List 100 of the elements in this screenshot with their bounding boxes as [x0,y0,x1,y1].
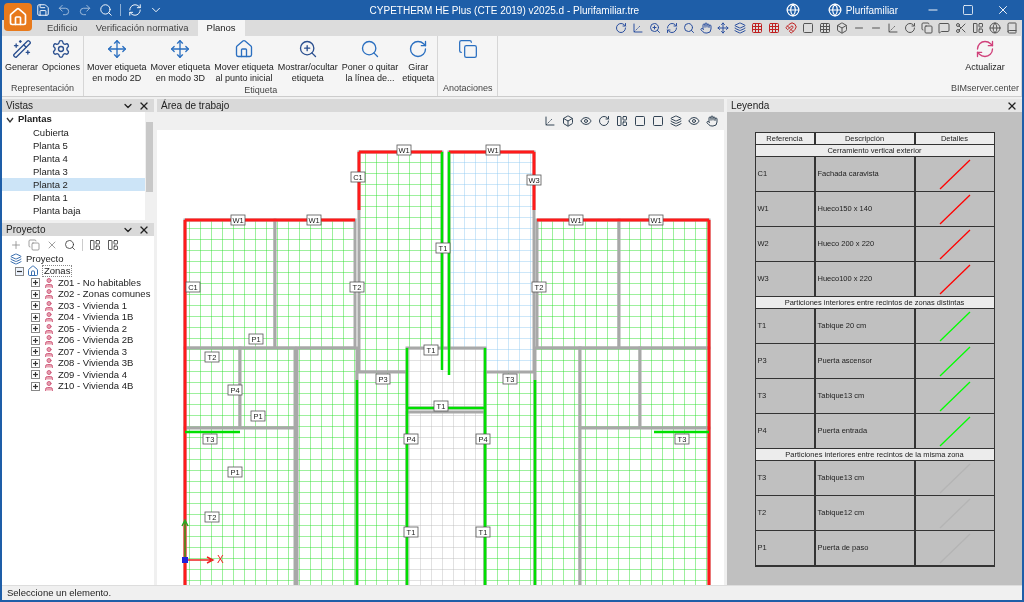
toolbar-icon[interactable] [904,22,916,34]
panel-title: Proyecto [6,224,46,235]
expand-box-icon[interactable] [31,324,40,334]
ribbon-button[interactable]: Poner o quitar la línea de... [340,36,400,84]
window-title: CYPETHERM HE Plus (CTE 2019) v2025.d - Plurifamiliar.tre [369,4,640,16]
ribbon-button[interactable]: Mover etiqueta al punto inicial [213,36,275,84]
magnifier-icon [297,39,318,59]
tree-item[interactable]: Z01 - No habitables [58,275,141,290]
project-name[interactable]: Plurifamiliar [845,2,898,18]
panel-title: Vistas [6,100,34,111]
tree-item[interactable]: Planta baja [2,204,145,217]
tree-item[interactable]: Zonas [42,265,73,277]
tree-item[interactable]: Proyecto [26,251,64,267]
ribbon-group-label: Anotaciones [442,81,494,95]
tree-item[interactable]: Plantas [18,112,52,127]
ribbon-button[interactable]: Opciones [41,36,82,82]
toolbar-icon[interactable] [938,22,950,34]
expand-box-icon[interactable] [31,381,40,391]
ribbon-group-label: Etiqueta [243,84,279,97]
expand-box-icon[interactable] [31,335,40,345]
toolbar-icon[interactable] [615,22,627,34]
toolbar-icon[interactable] [836,22,848,34]
tree-item[interactable]: Cubierta [2,126,145,139]
annotation-tool-icon[interactable] [457,39,478,59]
tree-item[interactable]: Planta 4 [2,152,145,165]
view-tool-icon[interactable] [688,115,700,127]
toolbar-icon[interactable] [751,22,763,34]
panel-title: Área de trabajo [161,100,230,111]
undo-icon[interactable] [57,3,71,17]
toolbar-icon[interactable] [921,22,933,34]
tree-item[interactable]: Planta 2 [2,178,145,191]
label-move-icon [170,39,191,59]
ribbon-button[interactable]: Actualizar [964,36,1006,82]
ribbon-button[interactable]: Mostrar/ocultar etiqueta [276,36,339,84]
toolbar-icon[interactable] [1006,22,1018,34]
wand-icon [11,39,32,59]
toolbar-icon[interactable] [666,22,678,34]
scrollbar[interactable] [145,112,154,220]
expand-box-icon[interactable] [31,358,40,368]
expand-box-icon[interactable] [31,370,40,380]
axis-label: X [217,554,224,565]
expanded-chevron-icon[interactable] [6,115,14,124]
tree-item[interactable]: Planta 3 [2,165,145,178]
zone-icon [43,288,55,301]
search-icon[interactable] [64,238,76,251]
toolbar-icon[interactable] [819,22,831,34]
ribbon-button[interactable]: Mover etiqueta en modo 3D [149,36,212,84]
toolbar-icon[interactable] [802,22,814,34]
toolbar-icon[interactable] [989,22,1001,34]
rotate-icon [408,39,429,59]
ribbon-tab[interactable]: Verificación normativa [86,20,198,36]
view-tool-icon[interactable] [706,115,718,127]
ribbon-button[interactable]: Girar etiqueta [401,36,436,84]
view-tool-icon[interactable] [652,115,664,127]
globe-icon[interactable] [785,3,800,17]
view-tool-icon[interactable] [598,115,610,127]
ribbon-button[interactable]: Generar [4,36,40,82]
panel-title: Leyenda [731,99,770,113]
collapse-box-icon[interactable] [15,266,24,276]
view-tool-icon[interactable] [562,115,574,127]
expand-box-icon[interactable] [31,278,40,288]
tree-item[interactable]: Planta 1 [2,191,145,204]
toolbar-icon[interactable] [768,22,780,34]
tree-item[interactable]: Z10 - Vivienda 4B [58,379,134,394]
toolbar-icon[interactable] [972,22,984,34]
ribbon-button[interactable]: Mover etiqueta en modo 2D [86,36,148,84]
ribbon-group-label: Representación [10,81,76,95]
close-icon[interactable] [996,3,1010,17]
magnifier-icon [360,39,380,59]
toolbar-icon[interactable] [649,22,661,34]
save-icon[interactable] [36,3,50,17]
zone-icon [43,334,55,347]
search-icon[interactable] [99,3,113,17]
expand-box-icon[interactable] [31,289,40,299]
expand-box-icon[interactable] [31,312,40,322]
globe-icon[interactable] [827,3,842,17]
expand-box-icon[interactable] [31,301,40,311]
toolbar-icon[interactable] [700,22,712,34]
sync-icon [974,39,995,59]
toolbar-icon[interactable] [785,22,797,34]
maximize-icon[interactable] [962,4,974,16]
redo-icon[interactable] [78,3,92,17]
ribbon-tab[interactable]: Edificio [38,20,87,36]
zone-icon [43,345,55,358]
view-tool-icon[interactable] [580,115,592,127]
zone-icon [43,299,55,312]
toolbar-icon[interactable] [955,22,967,34]
view-tool-icon[interactable] [670,115,682,127]
house-outline-icon [27,265,39,277]
view-tool-icon[interactable] [616,115,628,127]
ribbon-tab[interactable]: Planos [197,20,245,36]
toolbar-icon[interactable] [734,22,746,34]
tree-item[interactable]: Planta 5 [2,139,145,152]
status-text: Seleccione un elemento. [7,585,112,600]
app-logo[interactable] [4,3,32,31]
expand-box-icon[interactable] [31,347,40,357]
toolbar-icon[interactable] [683,22,695,34]
zone-icon [43,368,55,381]
view-tool-icon[interactable] [634,115,646,127]
toolbar-icon[interactable] [717,22,729,34]
